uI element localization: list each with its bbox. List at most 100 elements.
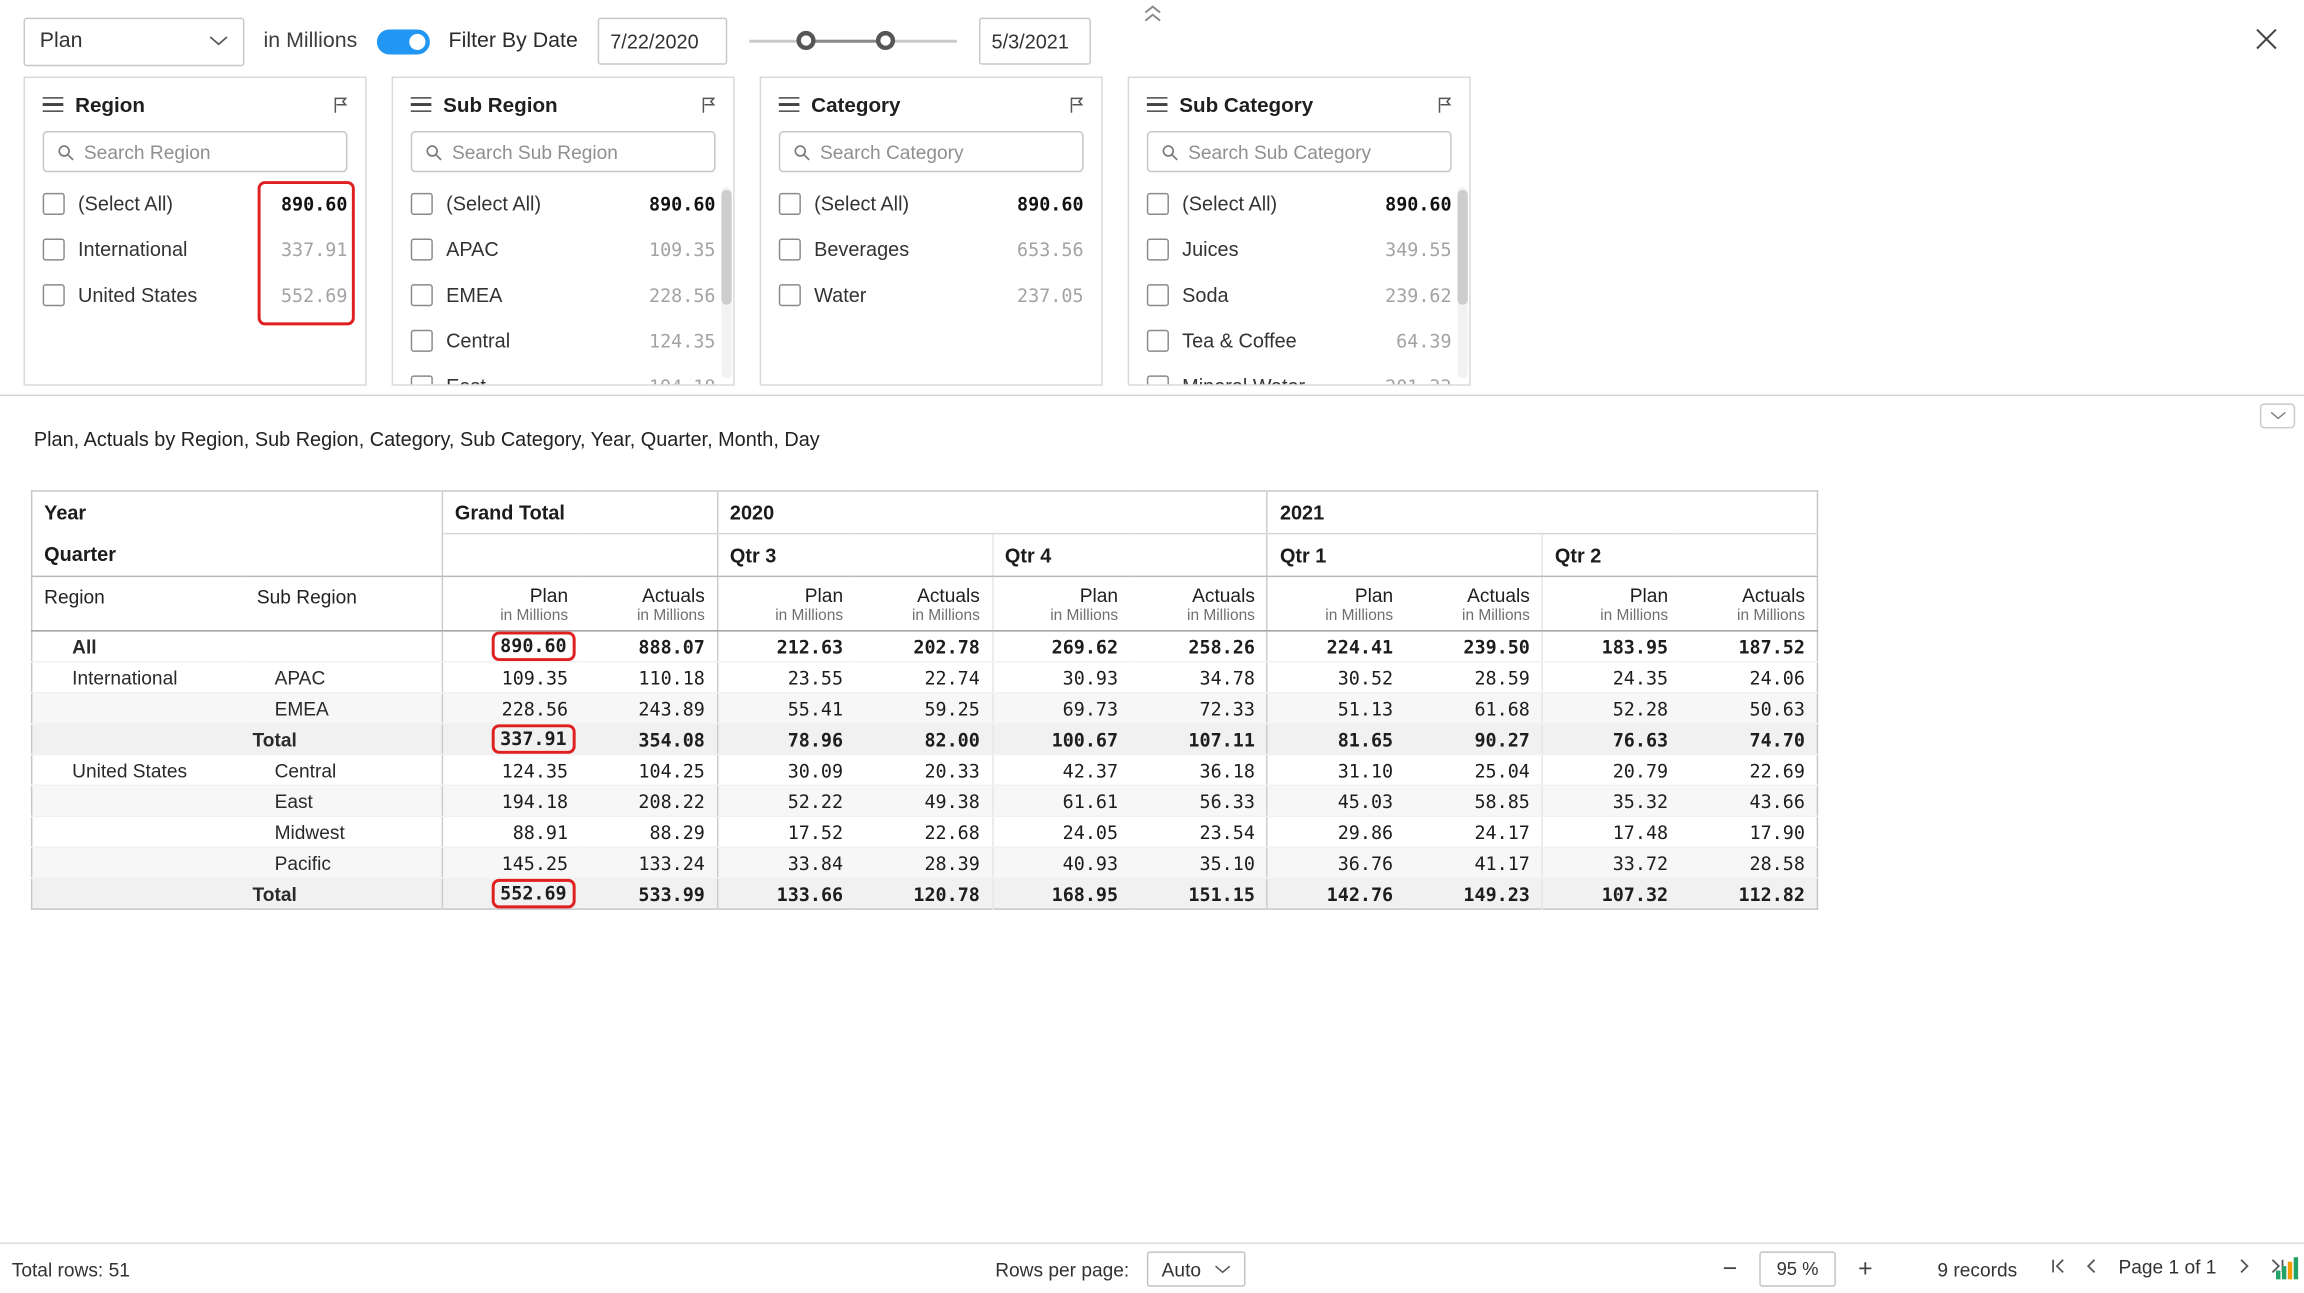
filter-item-list: (Select All) 890.60 Juices 349.55 Soda 239.62… (1129, 178, 1469, 385)
checkbox-icon[interactable] (410, 192, 433, 215)
collapse-filters-button[interactable] (1141, 3, 1167, 24)
actuals-column-header[interactable]: Actuals in Millions (1129, 576, 1268, 632)
flag-icon[interactable] (1435, 95, 1454, 114)
checkbox-icon[interactable] (1146, 284, 1169, 307)
close-button[interactable] (2251, 26, 2280, 55)
quarter-q4[interactable]: Qtr 4 (991, 533, 1268, 578)
flag-icon[interactable] (699, 95, 718, 114)
quarter-q1[interactable]: Qtr 1 (1266, 533, 1543, 578)
value-cell: 81.65 (1266, 723, 1405, 756)
checkbox-icon[interactable] (1146, 329, 1169, 352)
filter-item-juices[interactable]: Juices 349.55 (1129, 227, 1469, 273)
plan-column-header[interactable]: Plan in Millions (1266, 576, 1405, 632)
checkbox-icon[interactable] (410, 375, 433, 385)
filter-item-soda[interactable]: Soda 239.62 (1129, 272, 1469, 318)
checkbox-icon[interactable] (42, 238, 65, 261)
quarter-q3[interactable]: Qtr 3 (716, 533, 993, 578)
checkbox-icon[interactable] (410, 284, 433, 307)
value-cell: 35.10 (1129, 847, 1268, 879)
filter-item-select-all[interactable]: (Select All) 890.60 (25, 181, 365, 227)
end-date-input[interactable] (978, 17, 1091, 65)
search-input[interactable] (83, 140, 335, 163)
filter-item-international[interactable]: International 337.91 (25, 227, 365, 273)
col-group-2021[interactable]: 2021 (1266, 490, 1818, 535)
value-cell: 88.29 (579, 816, 718, 848)
checkbox-icon[interactable] (778, 192, 801, 215)
filter-item-select-all[interactable]: (Select All) 890.60 (761, 181, 1101, 227)
filter-item-label: Central (446, 329, 511, 352)
scrollbar[interactable] (721, 186, 732, 379)
checkbox-icon[interactable] (1146, 192, 1169, 215)
filter-item-central[interactable]: Central 124.35 (393, 318, 733, 364)
filter-item-mineral-water[interactable]: Mineral Water 201.33 (1129, 364, 1469, 385)
menu-icon[interactable] (1146, 96, 1168, 113)
filter-item-select-all[interactable]: (Select All) 890.60 (1129, 181, 1469, 227)
filter-item-select-all[interactable]: (Select All) 890.60 (393, 181, 733, 227)
search-box[interactable] (778, 131, 1084, 173)
chart-icon[interactable] (2275, 1256, 2300, 1281)
first-page-button[interactable] (2046, 1254, 2070, 1278)
filter-by-date-toggle[interactable] (376, 28, 430, 54)
filter-item-beverages[interactable]: Beverages 653.56 (761, 227, 1101, 273)
scrollbar-thumb[interactable] (1457, 189, 1468, 305)
plan-column-header[interactable]: Plan in Millions (716, 576, 855, 632)
actuals-column-header[interactable]: Actuals in Millions (854, 576, 993, 632)
checkbox-icon[interactable] (1146, 375, 1169, 385)
zoom-input[interactable] (1759, 1251, 1836, 1287)
menu-icon[interactable] (410, 96, 432, 113)
filter-item-water[interactable]: Water 237.05 (761, 272, 1101, 318)
filter-item-label: Mineral Water (1182, 375, 1372, 384)
menu-icon[interactable] (42, 96, 64, 113)
checkbox-icon[interactable] (410, 238, 433, 261)
rows-per-page-select[interactable]: Auto (1146, 1251, 1246, 1287)
filter-item-apac[interactable]: APAC 109.35 (393, 227, 733, 273)
menu-icon[interactable] (778, 96, 800, 113)
scrollbar-thumb[interactable] (721, 189, 732, 305)
filter-item-value: 890.60 (1385, 192, 1452, 215)
start-date-input[interactable] (597, 17, 727, 65)
search-box[interactable] (42, 131, 348, 173)
col-group-2020[interactable]: 2020 (716, 490, 1268, 535)
date-range-slider[interactable] (746, 26, 959, 55)
value-cell: 30.52 (1266, 661, 1405, 694)
plan-column-header[interactable]: Plan in Millions (441, 576, 580, 632)
measure-select[interactable]: Plan (23, 16, 245, 66)
plan-column-header[interactable]: Plan in Millions (1541, 576, 1680, 632)
value-cell: 183.95 (1541, 630, 1680, 663)
search-box[interactable] (410, 131, 716, 173)
filter-item-value: 124.35 (649, 329, 716, 352)
search-input[interactable] (820, 140, 1071, 163)
slider-handle-start[interactable] (795, 30, 815, 51)
checkbox-icon[interactable] (778, 238, 801, 261)
next-page-button[interactable] (2231, 1254, 2255, 1278)
flag-icon[interactable] (331, 95, 350, 114)
value-cell: 269.62 (991, 630, 1130, 663)
zoom-in-button[interactable]: + (1855, 1251, 1876, 1286)
filter-item-united-states[interactable]: United States 552.69 (25, 272, 365, 318)
checkbox-icon[interactable] (1146, 238, 1169, 261)
slider-handle-end[interactable] (875, 30, 895, 51)
filter-item-tea-coffee[interactable]: Tea & Coffee 64.39 (1129, 318, 1469, 364)
value-cell: 120.78 (854, 878, 993, 910)
filter-item-east[interactable]: East 194.18 (393, 364, 733, 385)
flag-icon[interactable] (1067, 95, 1086, 114)
search-input[interactable] (451, 140, 703, 163)
search-box[interactable] (1146, 131, 1452, 173)
checkbox-icon[interactable] (42, 284, 65, 307)
checkbox-icon[interactable] (42, 192, 65, 215)
col-group-grand-total[interactable]: Grand Total (441, 490, 718, 535)
filter-item-emea[interactable]: EMEA 228.56 (393, 272, 733, 318)
value-cell: 107.32 (1541, 878, 1680, 910)
actuals-column-header[interactable]: Actuals in Millions (1404, 576, 1543, 632)
checkbox-icon[interactable] (410, 329, 433, 352)
collapse-report-button[interactable] (2259, 403, 2296, 429)
actuals-column-header[interactable]: Actuals in Millions (579, 576, 718, 632)
checkbox-icon[interactable] (778, 284, 801, 307)
previous-page-button[interactable] (2080, 1254, 2104, 1278)
plan-column-header[interactable]: Plan in Millions (991, 576, 1130, 632)
search-input[interactable] (1188, 140, 1439, 163)
quarter-q2[interactable]: Qtr 2 (1541, 533, 1818, 578)
zoom-out-button[interactable]: − (1720, 1251, 1741, 1286)
actuals-column-header[interactable]: Actuals in Millions (1679, 576, 1818, 632)
scrollbar[interactable] (1457, 186, 1468, 379)
